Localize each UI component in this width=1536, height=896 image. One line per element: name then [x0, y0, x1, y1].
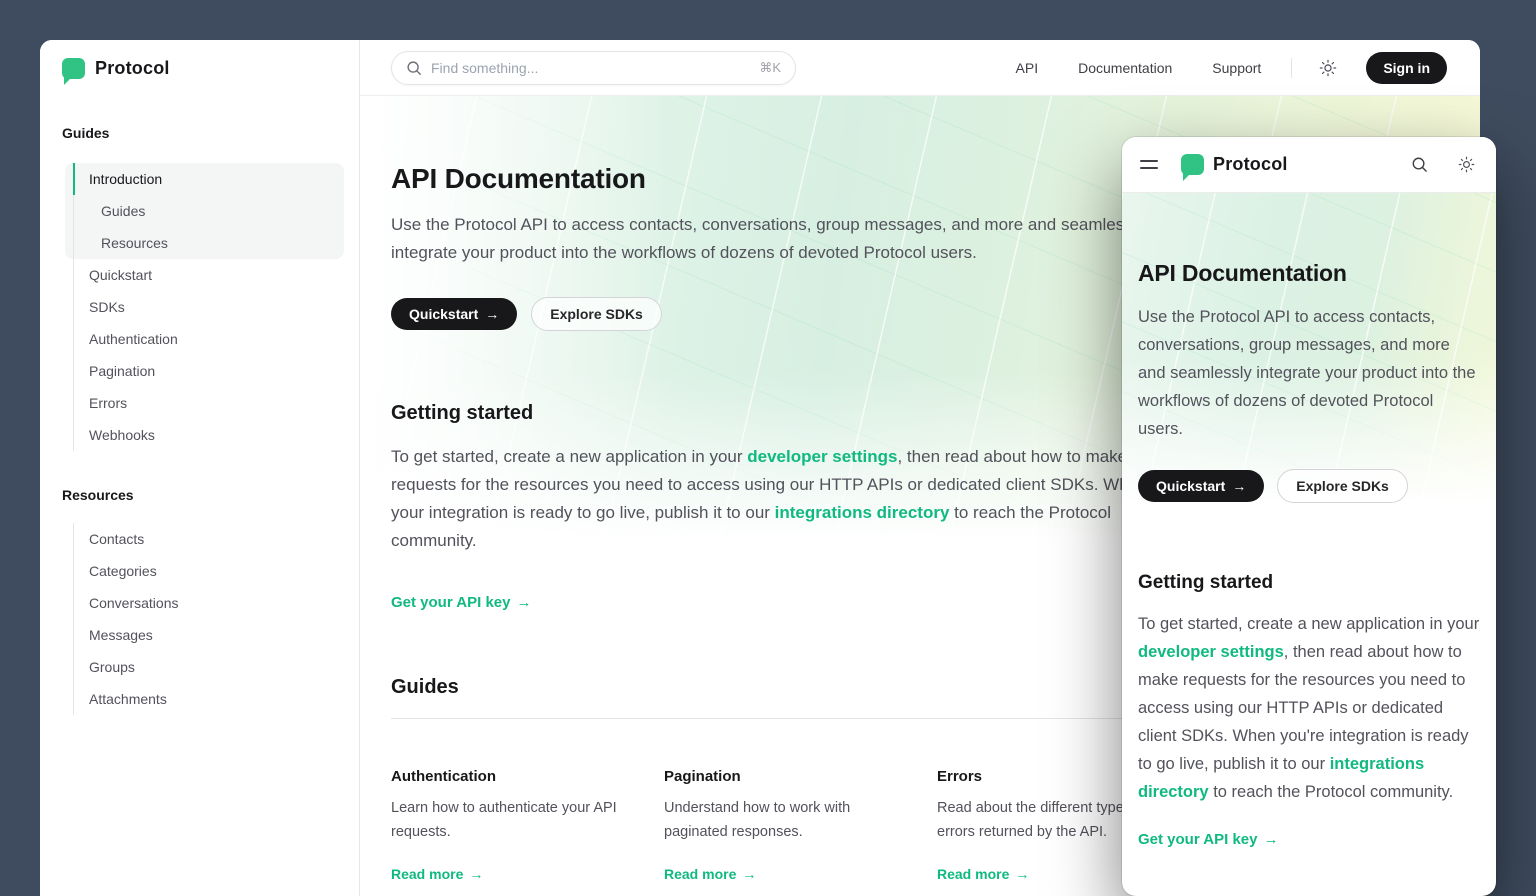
read-more-link[interactable]: Read more→: [391, 866, 483, 882]
sidebar-item-guides-anchor[interactable]: Guides: [73, 195, 344, 227]
mobile-get-api-key-link[interactable]: Get your API key→: [1138, 831, 1279, 848]
card-title: Authentication: [391, 768, 623, 785]
card-title: Pagination: [664, 768, 896, 785]
sidebar-item-resources-anchor[interactable]: Resources: [73, 227, 344, 259]
sidebar-item-categories[interactable]: Categories: [73, 555, 337, 587]
menu-icon[interactable]: [1140, 160, 1158, 169]
active-page-group: Introduction Guides Resources: [65, 163, 344, 259]
arrow-icon: →: [1264, 831, 1279, 848]
read-more-link[interactable]: Read more→: [937, 866, 1029, 882]
explore-sdks-button[interactable]: Explore SDKs: [531, 297, 662, 331]
protocol-logo-icon: [1181, 154, 1204, 175]
mobile-quickstart-button[interactable]: Quickstart→: [1138, 470, 1264, 502]
search-input[interactable]: [431, 60, 750, 76]
mobile-logo[interactable]: Protocol: [1181, 154, 1288, 175]
sidebar-item-conversations[interactable]: Conversations: [73, 587, 337, 619]
sidebar-section-guides: Guides: [62, 125, 337, 141]
sidebar-nav-resources: Contacts Categories Conversations Messag…: [73, 523, 337, 715]
card-description: Understand how to work with paginated re…: [664, 796, 896, 844]
read-more-link[interactable]: Read more→: [664, 866, 756, 882]
arrow-icon: →: [1015, 866, 1029, 882]
guide-card-pagination: Pagination Understand how to work with p…: [664, 768, 896, 884]
sidebar-section-resources: Resources: [62, 487, 337, 503]
search-icon: [1411, 156, 1428, 173]
text-fragment: , then read about how to make requests f…: [1138, 643, 1469, 773]
sun-icon: [1458, 156, 1475, 173]
text-fragment: To get started, create a new application…: [391, 447, 747, 466]
hero-description: Use the Protocol API to access contacts,…: [391, 211, 1213, 267]
protocol-logo-icon: [62, 58, 85, 79]
mobile-search-button[interactable]: [1407, 153, 1431, 177]
sidebar-item-authentication[interactable]: Authentication: [73, 323, 337, 355]
mobile-getting-started-section: Getting started To get started, create a…: [1138, 572, 1480, 849]
sidebar-item-errors[interactable]: Errors: [73, 387, 337, 419]
developer-settings-link[interactable]: developer settings: [1138, 643, 1284, 661]
search-icon: [406, 60, 422, 76]
mobile-getting-started-title: Getting started: [1138, 572, 1480, 594]
sidebar-item-pagination[interactable]: Pagination: [73, 355, 337, 387]
mobile-hero-description: Use the Protocol API to access contacts,…: [1138, 303, 1480, 443]
guide-card-authentication: Authentication Learn how to authenticate…: [391, 768, 623, 884]
sign-in-button[interactable]: Sign in: [1366, 52, 1447, 84]
mobile-explore-sdks-button[interactable]: Explore SDKs: [1277, 469, 1408, 503]
sidebar-item-attachments[interactable]: Attachments: [73, 683, 337, 715]
mobile-header: Protocol: [1122, 137, 1496, 193]
sidebar-item-messages[interactable]: Messages: [73, 619, 337, 651]
sidebar-item-groups[interactable]: Groups: [73, 651, 337, 683]
header-divider: [1291, 58, 1292, 78]
theme-toggle[interactable]: [1316, 56, 1340, 80]
arrow-icon: →: [1232, 478, 1246, 494]
get-api-key-link[interactable]: Get your API key→: [391, 594, 532, 611]
sidebar-item-sdks[interactable]: SDKs: [73, 291, 337, 323]
sidebar-item-contacts[interactable]: Contacts: [73, 523, 337, 555]
arrow-icon: →: [485, 306, 499, 322]
logo[interactable]: Protocol: [40, 40, 359, 96]
nav-link-documentation[interactable]: Documentation: [1078, 60, 1172, 76]
nav-link-api[interactable]: API: [1016, 60, 1039, 76]
logo-text: Protocol: [95, 58, 170, 79]
sidebar-item-webhooks[interactable]: Webhooks: [73, 419, 337, 451]
arrow-icon: →: [517, 594, 532, 611]
card-description: Learn how to authenticate your API reque…: [391, 796, 623, 844]
sidebar-nav-guides: Introduction Guides Resources Quickstart…: [73, 163, 337, 451]
arrow-icon: →: [469, 866, 483, 882]
sidebar-item-quickstart[interactable]: Quickstart: [73, 259, 337, 291]
search-shortcut: ⌘K: [759, 60, 781, 76]
getting-started-text: To get started, create a new application…: [391, 443, 1169, 555]
integrations-directory-link[interactable]: integrations directory: [775, 503, 950, 522]
text-fragment: to reach the Protocol community.: [1209, 783, 1454, 801]
sidebar: Protocol Guides Introduction Guides Reso…: [40, 40, 360, 896]
active-indicator: [73, 163, 75, 195]
search-box[interactable]: ⌘K: [391, 51, 796, 85]
nav-link-support[interactable]: Support: [1212, 60, 1261, 76]
top-header: ⌘K API Documentation Support Sign in: [360, 40, 1480, 96]
sun-icon: [1319, 59, 1337, 77]
mobile-theme-toggle[interactable]: [1454, 153, 1478, 177]
developer-settings-link[interactable]: developer settings: [747, 447, 897, 466]
sidebar-item-introduction[interactable]: Introduction: [73, 163, 344, 195]
arrow-icon: →: [742, 866, 756, 882]
mobile-content: API Documentation Use the Protocol API t…: [1122, 193, 1496, 849]
mobile-preview-panel: Protocol API Documentation Use the Pro: [1122, 137, 1496, 896]
logo-text: Protocol: [1213, 154, 1288, 175]
quickstart-button[interactable]: Quickstart→: [391, 298, 517, 330]
mobile-getting-started-text: To get started, create a new application…: [1138, 610, 1480, 806]
text-fragment: To get started, create a new application…: [1138, 615, 1479, 633]
mobile-page-title: API Documentation: [1138, 260, 1480, 287]
